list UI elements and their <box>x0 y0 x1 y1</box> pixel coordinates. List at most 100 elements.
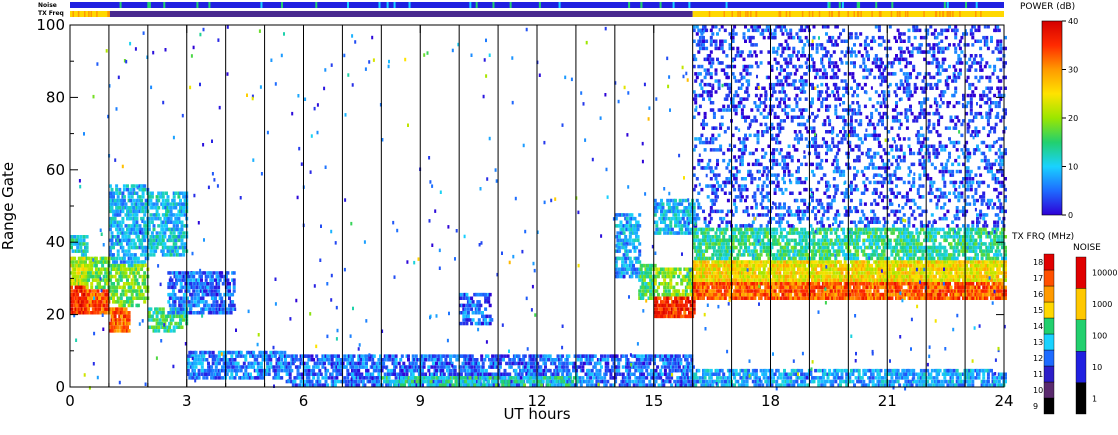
echo-cell <box>411 361 415 366</box>
txfreq-tick <box>723 11 726 17</box>
echo-cell <box>504 379 508 384</box>
echo-cell <box>677 216 681 221</box>
echo-cell <box>190 296 194 300</box>
echo-cell <box>204 289 208 293</box>
echo-cell <box>195 271 199 275</box>
echo-cell <box>112 195 115 199</box>
echo-cell <box>119 314 123 319</box>
echo-cell <box>689 292 693 297</box>
txfreq-tick <box>72 11 74 17</box>
echo-cell <box>617 235 621 239</box>
echo-cell <box>641 296 645 300</box>
echo-cell <box>192 285 196 290</box>
echo-cell <box>546 383 550 387</box>
echo-cell <box>143 282 147 286</box>
echo-cell <box>129 216 133 221</box>
txfreq-tick <box>934 11 937 17</box>
echo-cell <box>182 300 186 304</box>
echo-cell <box>568 372 572 376</box>
echo-cell <box>557 376 561 380</box>
echo-cell <box>168 235 172 239</box>
echo-cell <box>335 376 339 380</box>
echo-cell <box>645 361 649 366</box>
echo-cell <box>157 198 161 203</box>
echo-cell <box>656 365 660 369</box>
echo-cell <box>211 361 215 366</box>
echo-cell <box>663 368 667 373</box>
echo-cell <box>231 292 235 297</box>
echo-cell <box>228 285 231 290</box>
echo-cell <box>633 238 637 243</box>
echo-cell <box>179 307 183 311</box>
echo-cell <box>556 372 560 376</box>
echo-cell <box>333 383 337 387</box>
echo-cell <box>201 285 205 290</box>
echo-cell <box>152 224 156 228</box>
echo-cell <box>135 216 139 221</box>
echo-cell <box>893 282 897 286</box>
echo-cell <box>112 256 115 261</box>
echo-cell <box>143 187 147 192</box>
echo-cell <box>689 307 693 311</box>
echo-cell <box>150 231 154 235</box>
echo-cell <box>435 368 438 373</box>
echo-cell <box>543 376 547 380</box>
echo-cell <box>315 354 319 358</box>
echo-cell <box>76 292 80 297</box>
echo-cell <box>582 361 586 366</box>
echo-cell <box>484 372 488 376</box>
echo-cell <box>182 296 186 300</box>
echo-cell <box>470 365 474 369</box>
echo-cell <box>179 303 183 308</box>
echo-cell <box>210 372 214 376</box>
noise-tick <box>475 2 478 8</box>
echo-cell <box>686 296 690 300</box>
echo-cell <box>203 271 207 275</box>
echo-cell <box>133 274 137 279</box>
echo-cell <box>648 372 652 376</box>
txfreq-tick <box>952 11 954 17</box>
echo-cell <box>411 372 415 376</box>
echo-cell <box>253 354 257 358</box>
echo-cell <box>596 376 600 380</box>
echo-cell <box>179 253 182 257</box>
echo-cell <box>449 372 452 376</box>
echo-cell <box>209 311 213 315</box>
echo-cell <box>512 376 516 380</box>
echo-cell <box>122 184 126 188</box>
echo-cell <box>136 263 140 268</box>
echo-cell <box>121 202 125 206</box>
echo-cell <box>132 238 136 243</box>
echo-cell <box>468 376 472 380</box>
echo-cell <box>94 267 98 271</box>
echo-cell <box>659 376 663 380</box>
echo-cell <box>189 372 193 376</box>
echo-cell <box>938 289 942 293</box>
echo-cell <box>172 195 176 199</box>
echo-cell <box>677 213 681 217</box>
echo-cell <box>619 220 623 224</box>
echo-cell <box>668 379 672 384</box>
echo-cell <box>218 292 222 297</box>
echo-cell <box>200 361 204 366</box>
echo-cell <box>113 314 117 319</box>
echo-cell <box>728 289 732 293</box>
echo-cell <box>639 361 642 366</box>
echo-cell <box>101 292 105 297</box>
txfreq-tick <box>949 11 952 17</box>
echo-cell <box>118 321 122 326</box>
echo-cell <box>394 365 398 369</box>
echo-cell <box>753 296 757 300</box>
echo-cell <box>174 191 178 195</box>
echo-cell <box>368 358 372 362</box>
echo-cell <box>330 376 334 380</box>
echo-cell <box>646 285 649 290</box>
echo-cell <box>169 253 173 257</box>
echo-cell <box>655 300 659 304</box>
echo-cell <box>127 274 131 279</box>
echo-cell <box>624 235 628 239</box>
echo-cell <box>645 376 649 380</box>
echo-cell <box>871 292 875 297</box>
echo-cell <box>221 311 225 315</box>
echo-cell <box>135 278 139 282</box>
